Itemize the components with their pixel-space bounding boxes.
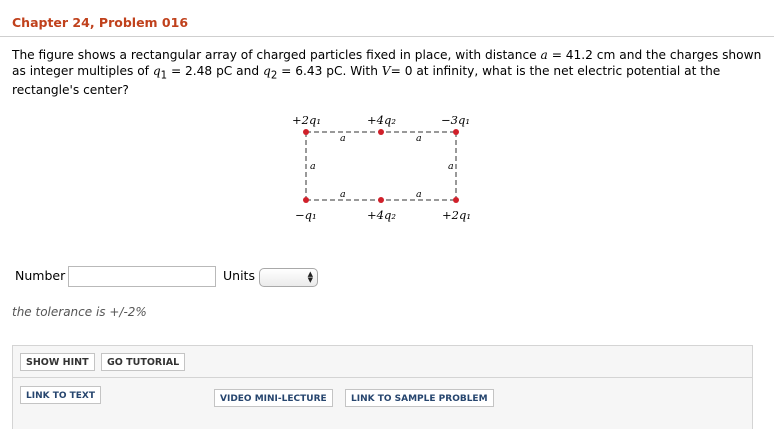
video-mini-lecture-button[interactable]: VIDEO MINI-LECTURE [214, 389, 333, 407]
charge-dot-bottom-left [303, 197, 309, 203]
charge-dot-top-right [453, 129, 459, 135]
var-V: V [381, 63, 391, 78]
charge-dot-top-left [303, 129, 309, 135]
charge-dots [303, 129, 459, 203]
problem-statement: The figure shows a rectangular array of … [12, 48, 767, 99]
charge-dot-bottom-right [453, 197, 459, 203]
charge-dot-bottom-mid [378, 197, 384, 203]
statement-part: = 6.43 pC. With [277, 63, 382, 78]
var-q1: q [152, 63, 161, 78]
var-a: a [540, 48, 548, 62]
link-to-text-button[interactable]: LINK TO TEXT [20, 386, 102, 404]
charge-rectangle-figure: +2q₁ +4q₂ −3q₁ −q₁ +4q₂ +2q₁ a a a a a a [278, 107, 488, 227]
charge-label-bottom-right: +2q₁ [442, 208, 471, 222]
statement-part: = 2.48 pC and [167, 63, 263, 78]
distance-label-bottom-right: a [416, 189, 422, 200]
help-panel: SHOW HINT GO TUTORIAL LINK TO TEXT VIDEO… [12, 345, 753, 429]
distance-label-top-right: a [416, 133, 422, 144]
panel-divider [13, 377, 752, 378]
tolerance-note: the tolerance is +/-2% [12, 305, 147, 319]
number-input[interactable] [68, 266, 216, 287]
statement-part: The figure shows a rectangular array of … [12, 48, 541, 62]
show-hint-button[interactable]: SHOW HINT [20, 353, 95, 371]
var-q2: q [263, 63, 271, 78]
charge-label-bottom-left: −q₁ [295, 208, 317, 222]
go-tutorial-button[interactable]: GO TUTORIAL [101, 353, 186, 371]
units-label: Units [223, 268, 255, 283]
distance-label-bottom-left: a [340, 189, 346, 200]
charge-label-bottom-mid: +4q₂ [367, 208, 396, 222]
distance-label-right: a [448, 161, 454, 172]
problem-title: Chapter 24, Problem 016 [12, 15, 189, 30]
link-to-sample-problem-button[interactable]: LINK TO SAMPLE PROBLEM [345, 389, 494, 407]
charge-dot-top-mid [378, 129, 384, 135]
rectangle-outline [305, 131, 457, 201]
units-select[interactable]: ▲ ▼ [259, 268, 318, 287]
up-down-arrows-icon: ▲ ▼ [307, 270, 313, 284]
title-divider [0, 36, 774, 37]
charge-label-top-right: −3q₁ [441, 113, 470, 127]
distance-label-top-left: a [340, 133, 346, 144]
charge-label-top-left: +2q₁ [292, 113, 321, 127]
charge-label-top-mid: +4q₂ [367, 113, 396, 127]
distance-label-left: a [310, 161, 316, 172]
number-label: Number [15, 268, 66, 283]
